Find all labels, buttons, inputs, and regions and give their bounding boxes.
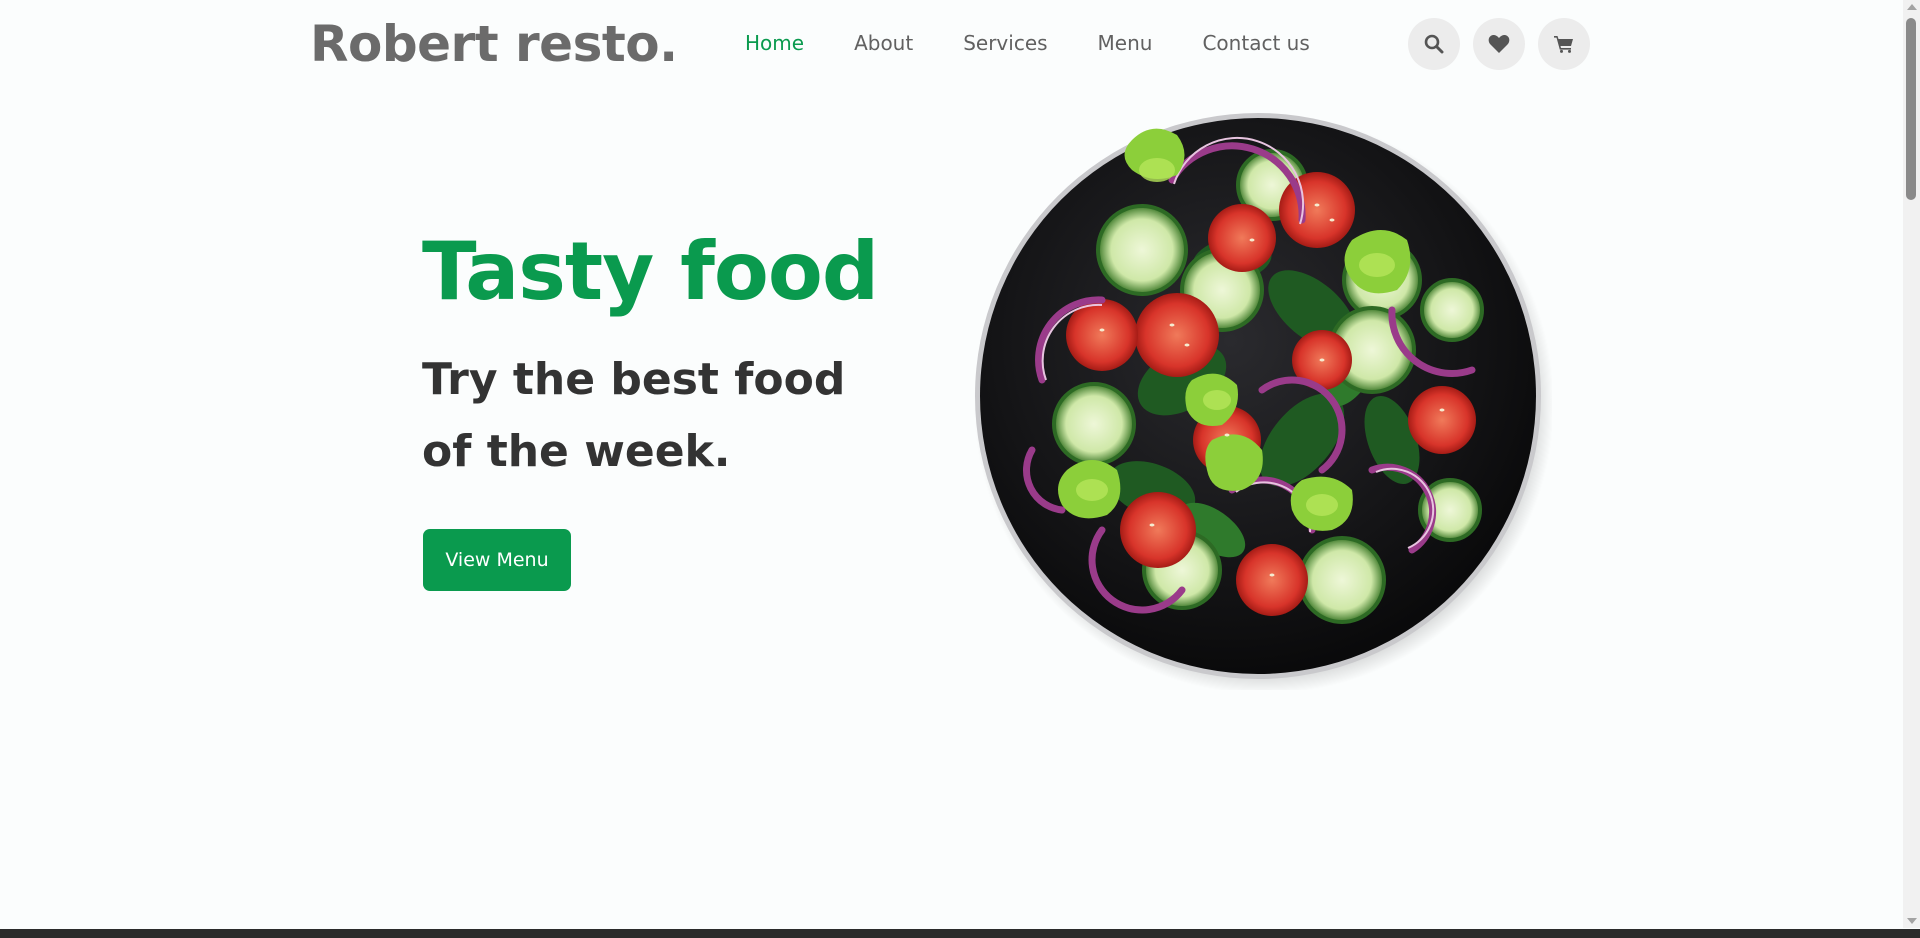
salad-plate-image [972,110,1554,694]
nav-link-about[interactable]: About [854,28,913,58]
nav-link-contact[interactable]: Contact us [1202,28,1309,58]
view-menu-button[interactable]: View Menu [423,529,571,591]
nav-link-home[interactable]: Home [745,28,804,58]
favorites-button[interactable] [1473,18,1525,70]
page: Robert resto. Home About Services Menu C… [0,0,1920,938]
bottom-bar [0,929,1920,938]
scroll-up-icon[interactable] [1907,4,1917,10]
nav-link-services[interactable]: Services [963,28,1047,58]
site-logo[interactable]: Robert resto. [310,10,678,78]
heart-icon [1488,35,1510,53]
nav-link-menu[interactable]: Menu [1098,28,1153,58]
scroll-down-icon[interactable] [1907,918,1917,924]
search-button[interactable] [1408,18,1460,70]
scroll-thumb[interactable] [1906,18,1916,200]
vertical-scrollbar[interactable] [1903,0,1920,928]
hero-title: Tasty food [422,225,879,318]
cart-icon [1554,36,1573,53]
hero-subtitle: Try the best food of the week. [422,354,846,477]
main-nav: Home About Services Menu Contact us [745,28,1360,58]
cart-button[interactable] [1538,18,1590,70]
search-icon [1424,34,1444,54]
